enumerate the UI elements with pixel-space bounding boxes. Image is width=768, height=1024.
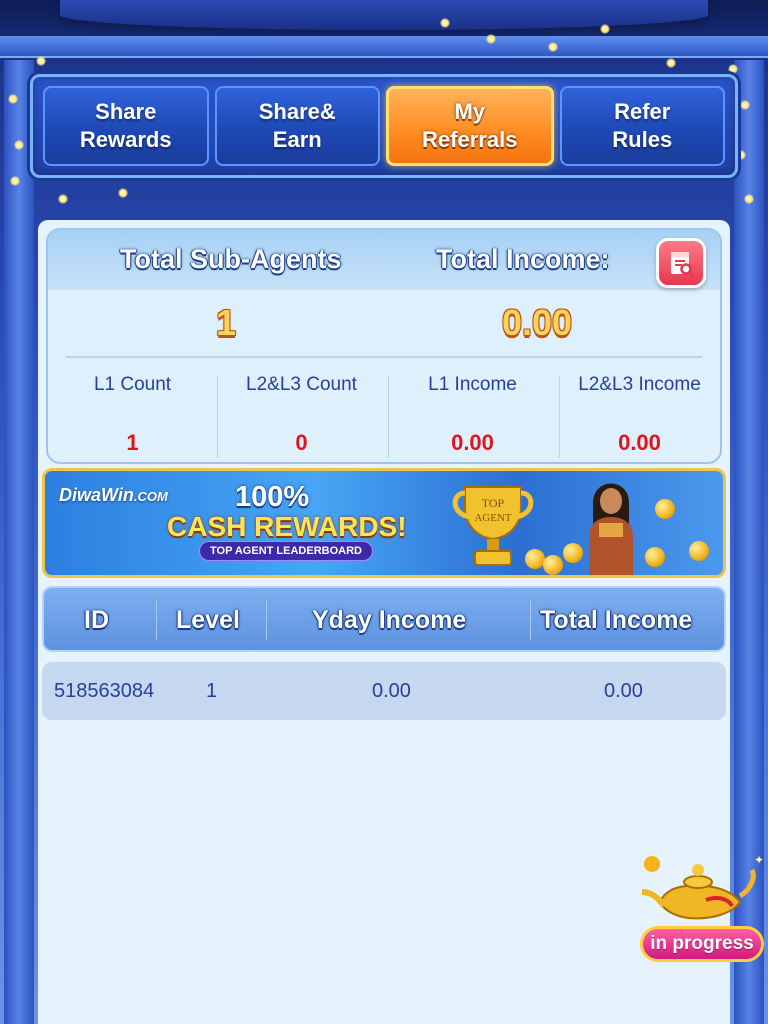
- string-light: [744, 194, 754, 204]
- svg-text:✦: ✦: [754, 853, 764, 867]
- string-light: [58, 194, 68, 204]
- referrals-table-header: ID Level Yday Income Total Income: [42, 586, 726, 652]
- stat-label: L1 Income: [428, 374, 517, 395]
- brand-suffix: .COM: [133, 489, 168, 504]
- string-light: [486, 34, 496, 44]
- banner-tag: TOP AGENT LEADERBOARD: [199, 541, 373, 561]
- stat-l1-count: L1 Count 1: [48, 370, 217, 460]
- string-light: [548, 42, 558, 52]
- column-separator: [530, 600, 531, 640]
- column-separator: [156, 600, 157, 640]
- tab-bar: Share Rewards Share& Earn My Referrals R…: [30, 74, 738, 178]
- stat-label: L2&L3 Count: [246, 374, 357, 395]
- coin-icon: [525, 549, 545, 569]
- left-pillar: [4, 60, 34, 1024]
- stat-l2l3-count: L2&L3 Count 0: [217, 370, 386, 460]
- woman-illustration: [589, 483, 633, 575]
- banner-headline-2: CASH REWARDS!: [167, 511, 407, 542]
- stat-value: 0.00: [451, 430, 494, 455]
- coin-icon: [655, 499, 675, 519]
- string-light: [666, 58, 676, 68]
- total-sub-agents-label: Total Sub-Agents: [120, 244, 342, 274]
- string-light: [10, 176, 20, 186]
- brand-logo: DiwaWin.COM: [59, 485, 168, 506]
- string-light: [740, 100, 750, 110]
- coin-icon: [689, 541, 709, 561]
- in-progress-badge[interactable]: in progress: [640, 926, 764, 962]
- total-income-value: 0.00: [502, 302, 573, 343]
- cell-total-income: 0.00: [604, 680, 643, 702]
- document-search-icon: [671, 252, 694, 277]
- summary-card: Total Sub-Agents Total Income: 1 0.00 L1…: [46, 228, 722, 464]
- string-light: [14, 140, 24, 150]
- stat-value: 0: [295, 430, 308, 455]
- tab-share-earn[interactable]: Share& Earn: [214, 86, 380, 166]
- string-light: [440, 18, 450, 28]
- stat-label: L1 Count: [93, 374, 172, 395]
- top-arch-decoration: [0, 0, 768, 70]
- referrals-panel: Total Sub-Agents Total Income: 1 0.00 L1…: [38, 220, 730, 1024]
- table-row[interactable]: 518563084 1 0.00 0.00: [42, 662, 726, 720]
- string-light: [8, 94, 18, 104]
- cell-level: 1: [206, 680, 218, 702]
- summary-header: Total Sub-Agents Total Income:: [48, 230, 720, 290]
- column-header-id: ID: [84, 606, 109, 634]
- trophy-text-agent: AGENT: [474, 512, 512, 524]
- promo-banner[interactable]: DiwaWin.COM 100% CASH REWARDS! TOP AGENT…: [42, 468, 726, 578]
- records-button[interactable]: [656, 238, 706, 288]
- trophy-text-top: TOP: [482, 496, 505, 510]
- stat-l1-income: L1 Income 0.00: [388, 370, 557, 460]
- tab-refer-rules[interactable]: Refer Rules: [559, 86, 725, 166]
- banner-headline-1: 100%: [235, 481, 310, 513]
- column-header-total-income: Total Income: [540, 606, 693, 634]
- total-income-label: Total Income:: [436, 244, 610, 274]
- string-light: [728, 64, 738, 74]
- total-sub-agents-value: 1: [216, 302, 237, 343]
- stat-value: 0.00: [618, 430, 661, 455]
- tab-my-referrals[interactable]: My Referrals: [386, 86, 554, 166]
- column-separator: [266, 600, 267, 640]
- floating-event-badge[interactable]: ✦ in progress: [636, 852, 766, 972]
- brand-name: DiwaWin: [59, 485, 134, 505]
- frame-beam: [0, 36, 768, 58]
- magic-lamp-icon: ✦: [641, 853, 764, 920]
- tab-share-rewards[interactable]: Share Rewards: [43, 86, 209, 166]
- column-header-level: Level: [176, 606, 240, 634]
- stat-label: L2&L3 Income: [578, 374, 701, 395]
- cell-yday-income: 0.00: [372, 680, 411, 702]
- stat-value: 1: [126, 430, 139, 455]
- column-header-yday-income: Yday Income: [312, 606, 467, 634]
- string-light: [36, 56, 46, 66]
- coin-icon: [543, 555, 563, 575]
- string-light: [600, 24, 610, 34]
- stat-l2l3-income: L2&L3 Income 0.00: [555, 370, 720, 460]
- string-light: [118, 188, 128, 198]
- cell-id: 518563084: [54, 680, 155, 702]
- summary-divider: [66, 356, 702, 358]
